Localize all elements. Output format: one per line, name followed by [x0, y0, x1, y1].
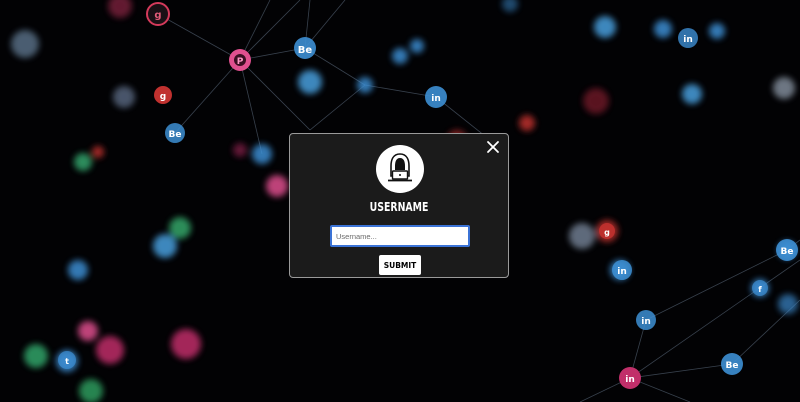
svg-text:in: in [431, 94, 441, 104]
svg-text:Be: Be [298, 45, 313, 56]
svg-text:in: in [625, 375, 635, 385]
svg-text:t: t [65, 357, 69, 366]
page-title: USERNAME [369, 200, 429, 214]
svg-text:P: P [237, 57, 244, 67]
svg-text:g: g [160, 92, 166, 102]
svg-text:in: in [641, 317, 651, 327]
svg-text:in: in [617, 267, 627, 277]
close-icon[interactable] [486, 139, 500, 153]
username-input[interactable] [330, 225, 470, 247]
svg-text:Be: Be [169, 130, 182, 140]
svg-text:in: in [683, 35, 693, 45]
svg-text:Be: Be [726, 361, 739, 371]
svg-text:f: f [758, 285, 762, 294]
svg-text:Be: Be [781, 247, 794, 257]
svg-text:g: g [604, 228, 610, 237]
submit-button[interactable]: SUBMIT [379, 255, 421, 275]
svg-text:g: g [154, 10, 161, 21]
hacker-laptop-icon [376, 145, 424, 193]
login-modal: USERNAME SUBMIT [289, 133, 509, 278]
